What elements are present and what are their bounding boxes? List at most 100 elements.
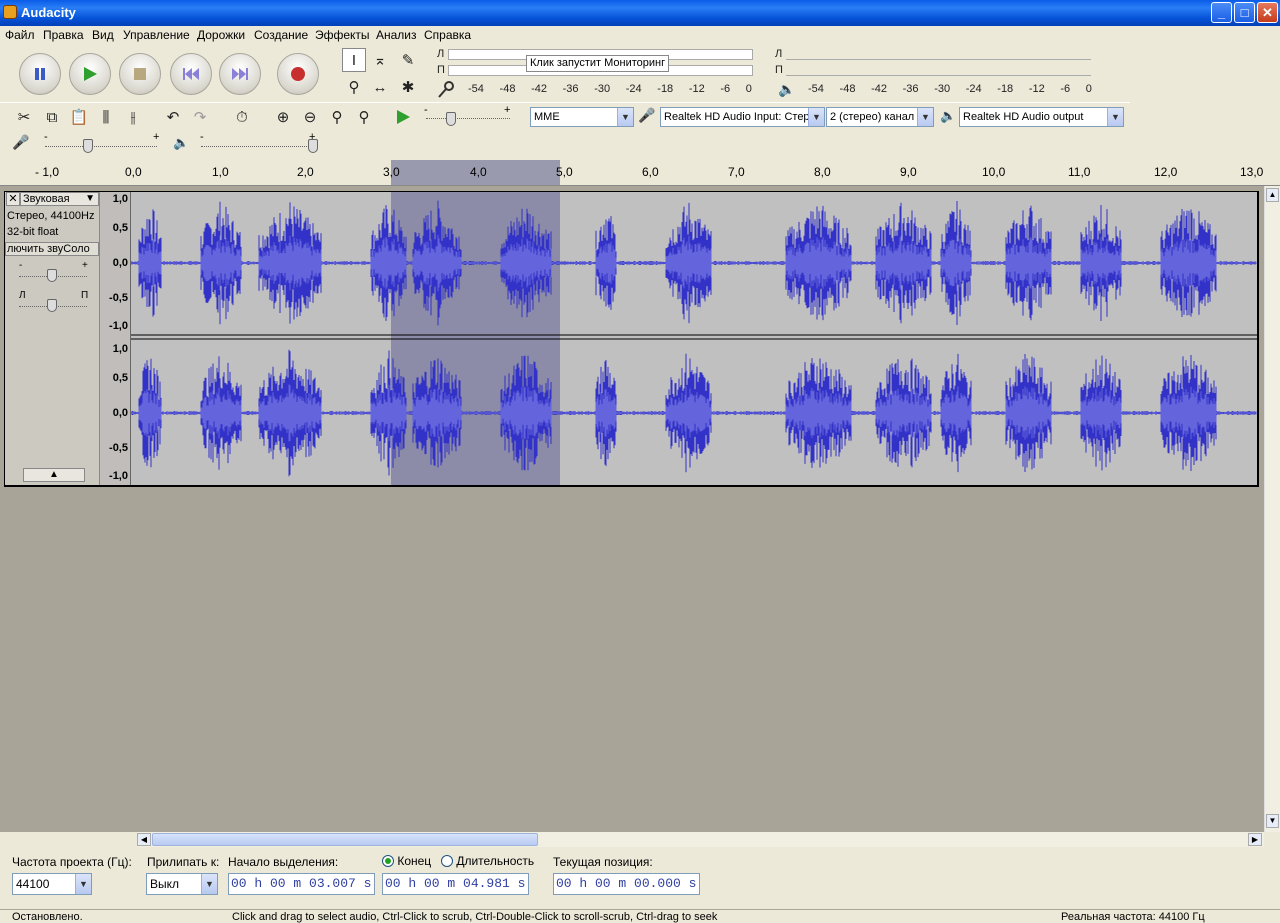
horizontal-scroll-thumb[interactable] <box>152 833 538 846</box>
menu-view[interactable]: Вид <box>92 28 114 42</box>
ruler-tick-label: 8,0 <box>814 165 831 179</box>
amp-label: 1,0 <box>112 193 128 205</box>
speed-slider-track[interactable] <box>426 118 510 119</box>
zoom-tool[interactable]: ⚲ <box>342 75 366 99</box>
speaker-icon[interactable]: 🔈 <box>778 81 795 98</box>
amplitude-scale: 1,0 0,5 0,0 -0,5 -1,0 1,0 0,5 0,0 -0,5 -… <box>100 192 131 485</box>
menu-analyze[interactable]: Анализ <box>376 28 417 42</box>
selection-start-time[interactable]: 00 h 00 m 03.007 s <box>228 873 375 895</box>
menu-file[interactable]: Файл <box>5 28 35 42</box>
scale-tick: -6 <box>720 83 731 95</box>
ruler-tick-label: 10,0 <box>982 165 1006 179</box>
menu-edit[interactable]: Правка <box>43 28 84 42</box>
chevron-down-icon: ▼ <box>201 874 217 894</box>
host-value: MME <box>534 111 560 123</box>
amp-label: 0,0 <box>112 257 128 269</box>
length-radio[interactable]: Длительность <box>441 854 534 868</box>
play-volume-thumb[interactable] <box>308 139 318 153</box>
speed-min-label: - <box>424 104 428 116</box>
channels-select[interactable]: 2 (стерео) канал ▼ <box>826 107 934 127</box>
record-volume-thumb[interactable] <box>83 139 93 153</box>
host-select[interactable]: MME ▼ <box>530 107 634 127</box>
scroll-down-button[interactable]: ▼ <box>1266 814 1279 828</box>
monitoring-tooltip[interactable]: Клик запустит Мониторинг <box>526 55 670 72</box>
envelope-tool[interactable]: ⌅ <box>368 48 392 72</box>
record-volume-track[interactable] <box>45 146 157 147</box>
audio-position-time[interactable]: 00 h 00 m 00.000 s <box>553 873 700 895</box>
meter-left-label: Л <box>775 48 783 60</box>
waveform-display[interactable] <box>131 192 1257 485</box>
chevron-left-icon: ◀ <box>140 835 148 844</box>
multi-tool[interactable]: ✱ <box>396 75 420 99</box>
pause-button[interactable] <box>19 53 61 95</box>
silence-button[interactable]: ⫲ <box>121 105 145 129</box>
speed-slider-thumb[interactable] <box>446 112 456 126</box>
minimize-button[interactable]: _ <box>1211 2 1232 23</box>
vertical-scrollbar[interactable]: ▲ ▼ <box>1264 186 1280 832</box>
fit-project-button[interactable]: ⚲ <box>352 105 376 129</box>
copy-button[interactable]: ⧉ <box>40 105 64 129</box>
track-menu-button[interactable]: Звуковая ▼ <box>20 192 99 206</box>
skip-to-start-button[interactable] <box>170 53 212 95</box>
record-meter-scale: -54 -48 -42 -36 -30 -24 -18 -12 -6 0 <box>468 83 752 95</box>
timeshift-tool[interactable]: ↔ <box>368 75 392 99</box>
scale-tick: -24 <box>625 83 642 95</box>
record-button[interactable] <box>277 53 319 95</box>
stop-button[interactable] <box>119 53 161 95</box>
horizontal-scrollbar[interactable]: ◀ ▶ <box>137 832 1264 847</box>
play-meter-left-bar[interactable] <box>786 49 1091 60</box>
gain-slider-thumb[interactable] <box>47 269 57 282</box>
scale-tick: -18 <box>997 83 1014 95</box>
play-meter-right-bar[interactable] <box>786 65 1091 76</box>
mute-solo-buttons[interactable]: лючить звуСоло <box>5 242 99 256</box>
audio-position-label: Текущая позиция: <box>553 855 653 869</box>
microphone-icon[interactable] <box>436 80 458 103</box>
pan-slider-thumb[interactable] <box>47 299 57 312</box>
zoom-out-button[interactable]: ⊖ <box>298 105 322 129</box>
snap-to-select[interactable]: Выкл ▼ <box>146 873 218 895</box>
scroll-right-button[interactable]: ▶ <box>1248 833 1262 846</box>
play-at-speed-button[interactable] <box>391 105 415 129</box>
end-radio[interactable]: Конец <box>382 854 431 868</box>
play-icon <box>397 110 410 124</box>
select-tool[interactable]: I <box>342 48 366 72</box>
project-rate-value: 44100 <box>16 877 50 891</box>
scale-tick: -36 <box>902 83 919 95</box>
menu-transport[interactable]: Управление <box>123 28 190 42</box>
play-volume-track[interactable] <box>201 146 313 147</box>
collapse-track-button[interactable]: ▲ <box>23 468 85 482</box>
redo-icon: ↷ <box>193 109 207 126</box>
project-rate-select[interactable]: 44100 ▼ <box>12 873 92 895</box>
paste-button[interactable]: 📋 <box>67 105 91 129</box>
track-close-button[interactable]: ✕ <box>6 192 20 206</box>
play-button[interactable] <box>69 53 111 95</box>
skip-to-end-button[interactable] <box>219 53 261 95</box>
zoom-in-button[interactable]: ⊕ <box>271 105 295 129</box>
menu-generate[interactable]: Создание <box>254 28 308 42</box>
trim-button[interactable]: ⫼ <box>94 105 118 129</box>
timeline-ruler[interactable]: - 1,0 0,0 1,0 2,0 3,0 4,0 5,0 6,0 7,0 8,… <box>0 160 1280 186</box>
undo-button[interactable]: ↶ <box>161 105 185 129</box>
menu-tracks[interactable]: Дорожки <box>197 28 245 42</box>
cut-button[interactable]: ✂ <box>12 105 36 129</box>
output-device-select[interactable]: Realtek HD Audio output ▼ <box>959 107 1124 127</box>
menu-bar: Файл Правка Вид Управление Дорожки Созда… <box>0 26 1280 45</box>
fit-selection-button[interactable]: ⚲ <box>325 105 349 129</box>
input-device-select[interactable]: Realtek HD Audio Input: Стер ▼ <box>660 107 825 127</box>
scroll-up-button[interactable]: ▲ <box>1266 188 1279 202</box>
menu-effects[interactable]: Эффекты <box>315 28 370 42</box>
track-format: Стерео, 44100Hz <box>7 210 95 222</box>
draw-tool[interactable]: ✎ <box>396 48 420 72</box>
sync-lock-button[interactable]: ⏱ <box>230 105 254 129</box>
chevron-right-icon: ▶ <box>1251 835 1259 844</box>
amp-label: -0,5 <box>109 442 128 454</box>
scroll-left-button[interactable]: ◀ <box>137 833 151 846</box>
redo-button[interactable]: ↷ <box>188 105 212 129</box>
close-button[interactable]: ✕ <box>1257 2 1278 23</box>
scale-tick: 0 <box>745 83 752 95</box>
selection-end-time[interactable]: 00 h 00 m 04.981 s <box>382 873 529 895</box>
menu-help[interactable]: Справка <box>424 28 471 42</box>
zoom-in-icon: ⊕ <box>276 109 290 126</box>
maximize-button[interactable]: □ <box>1234 2 1255 23</box>
microphone-icon: 🎤 <box>12 134 30 150</box>
